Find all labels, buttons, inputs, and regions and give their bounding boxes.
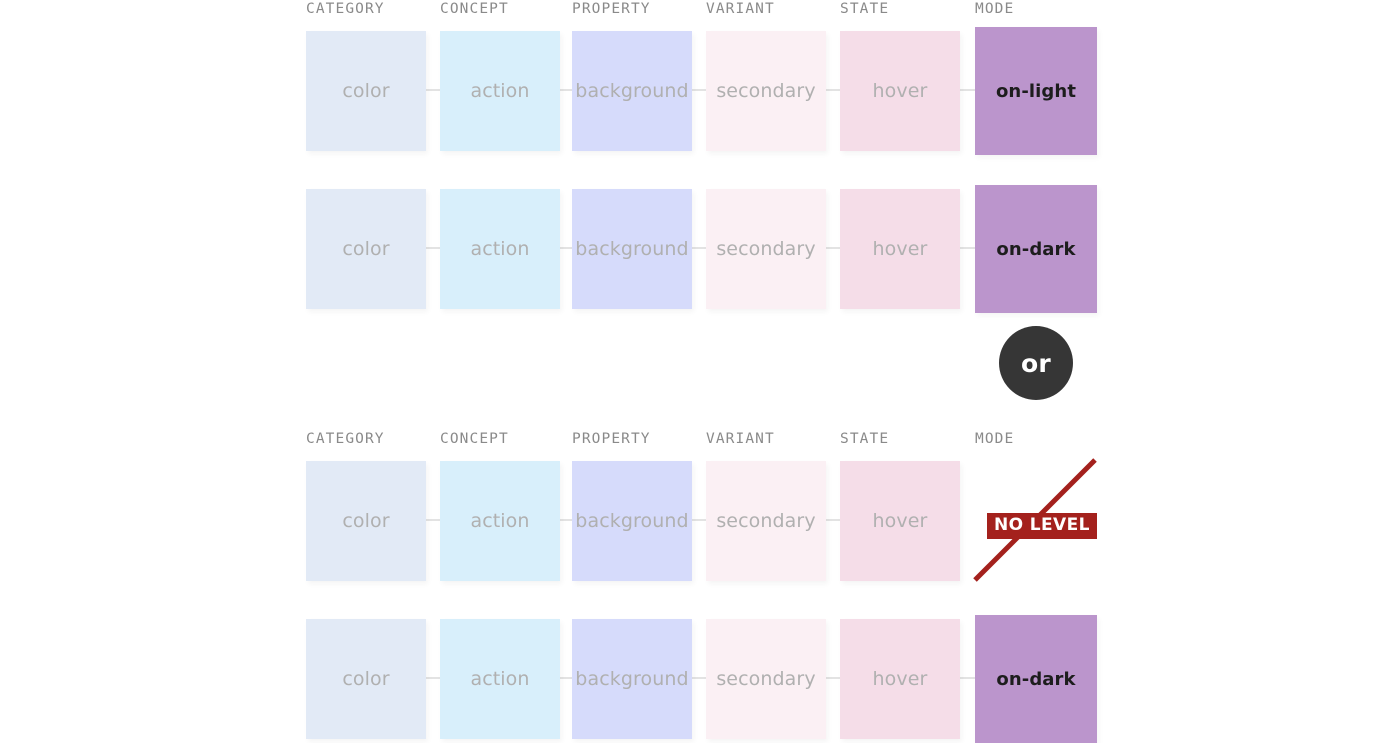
token-cell-label: hover xyxy=(872,668,928,690)
token-cell-label: background xyxy=(575,510,689,532)
connector-state-mode xyxy=(960,677,975,679)
token-cell-state[interactable]: hover xyxy=(840,31,960,151)
column-header-mode: MODE xyxy=(975,1,1015,17)
connector-concept-property xyxy=(560,677,572,679)
token-cell-label: color xyxy=(342,668,390,690)
token-cell-label: secondary xyxy=(716,668,816,690)
token-cell-category[interactable]: color xyxy=(306,31,426,151)
token-cell-label: on-dark xyxy=(996,668,1076,690)
token-cell-label: secondary xyxy=(716,80,816,102)
column-header-category: CATEGORY xyxy=(306,431,385,447)
connector-concept-property xyxy=(560,519,572,521)
connector-category-concept xyxy=(426,677,440,679)
token-cell-variant[interactable]: secondary xyxy=(706,189,826,309)
token-cell-label: secondary xyxy=(716,510,816,532)
token-cell-label: on-dark xyxy=(996,238,1076,260)
token-cell-concept[interactable]: action xyxy=(440,619,560,739)
token-cell-label: color xyxy=(342,80,390,102)
token-cell-label: color xyxy=(342,238,390,260)
connector-state-mode xyxy=(960,247,975,249)
no-level-badge-label: NO LEVEL xyxy=(994,515,1090,535)
column-header-category: CATEGORY xyxy=(306,1,385,17)
no-level-marker: NO LEVEL xyxy=(970,455,1100,585)
connector-category-concept xyxy=(426,89,440,91)
token-cell-label: secondary xyxy=(716,238,816,260)
connector-category-concept xyxy=(426,247,440,249)
token-cell-mode[interactable]: on-dark xyxy=(975,615,1097,743)
column-header-mode: MODE xyxy=(975,431,1015,447)
token-cell-concept[interactable]: action xyxy=(440,189,560,309)
token-cell-label: action xyxy=(470,668,530,690)
token-cell-label: action xyxy=(470,510,530,532)
column-header-concept: CONCEPT xyxy=(440,431,509,447)
connector-variant-state xyxy=(826,677,840,679)
connector-category-concept xyxy=(426,519,440,521)
column-header-variant: VARIANT xyxy=(706,1,775,17)
column-header-concept: CONCEPT xyxy=(440,1,509,17)
token-cell-mode[interactable]: on-dark xyxy=(975,185,1097,313)
token-cell-mode[interactable]: on-light xyxy=(975,27,1097,155)
token-cell-label: background xyxy=(575,668,689,690)
connector-concept-property xyxy=(560,247,572,249)
token-cell-category[interactable]: color xyxy=(306,189,426,309)
connector-variant-state xyxy=(826,247,840,249)
token-cell-property[interactable]: background xyxy=(572,31,692,151)
column-header-property: PROPERTY xyxy=(572,431,651,447)
column-header-property: PROPERTY xyxy=(572,1,651,17)
token-cell-property[interactable]: background xyxy=(572,189,692,309)
token-cell-concept[interactable]: action xyxy=(440,31,560,151)
column-header-state: STATE xyxy=(840,431,890,447)
column-header-state: STATE xyxy=(840,1,890,17)
connector-concept-property xyxy=(560,89,572,91)
no-level-badge: NO LEVEL xyxy=(987,513,1097,539)
token-cell-property[interactable]: background xyxy=(572,619,692,739)
token-cell-label: hover xyxy=(872,510,928,532)
token-cell-state[interactable]: hover xyxy=(840,189,960,309)
connector-property-variant xyxy=(692,89,706,91)
connector-property-variant xyxy=(692,247,706,249)
token-cell-label: on-light xyxy=(995,80,1077,102)
token-cell-label: background xyxy=(575,80,689,102)
connector-property-variant xyxy=(692,677,706,679)
connector-state-mode xyxy=(960,89,975,91)
token-cell-state[interactable]: hover xyxy=(840,619,960,739)
connector-property-variant xyxy=(692,519,706,521)
token-cell-label: hover xyxy=(872,238,928,260)
token-cell-label: action xyxy=(470,80,530,102)
token-cell-variant[interactable]: secondary xyxy=(706,31,826,151)
token-cell-variant[interactable]: secondary xyxy=(706,619,826,739)
column-header-variant: VARIANT xyxy=(706,431,775,447)
token-cell-label: action xyxy=(470,238,530,260)
token-cell-concept[interactable]: action xyxy=(440,461,560,581)
token-cell-state[interactable]: hover xyxy=(840,461,960,581)
diagram-canvas: CATEGORY CONCEPT PROPERTY VARIANT STATE … xyxy=(0,0,1400,743)
connector-variant-state xyxy=(826,89,840,91)
or-badge: or xyxy=(999,326,1073,400)
token-cell-property[interactable]: background xyxy=(572,461,692,581)
token-cell-variant[interactable]: secondary xyxy=(706,461,826,581)
token-cell-category[interactable]: color xyxy=(306,619,426,739)
token-cell-category[interactable]: color xyxy=(306,461,426,581)
connector-variant-state xyxy=(826,519,840,521)
token-cell-label: hover xyxy=(872,80,928,102)
or-badge-label: or xyxy=(1020,348,1052,378)
token-cell-label: color xyxy=(342,510,390,532)
token-cell-label: background xyxy=(575,238,689,260)
